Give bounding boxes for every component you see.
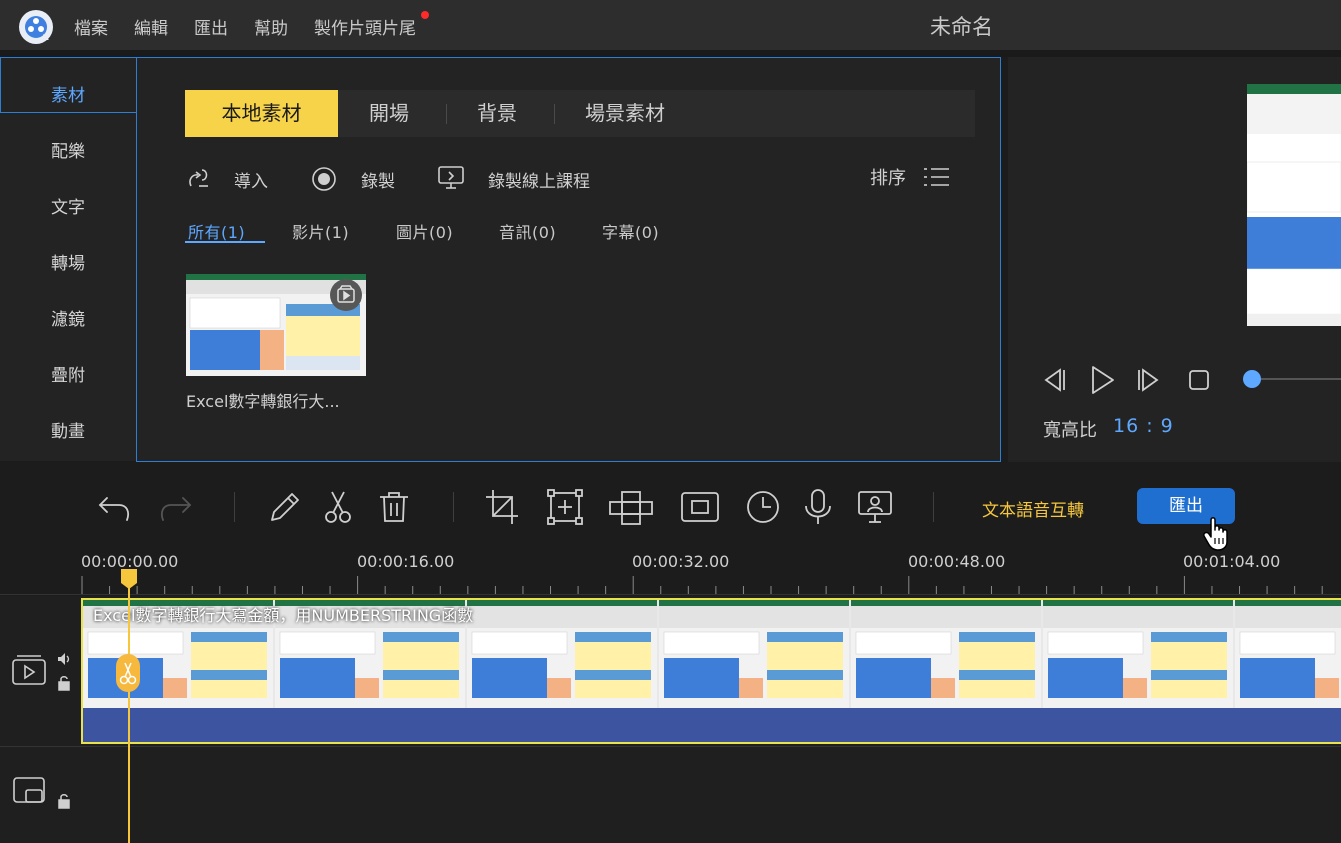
menu-intro-outro[interactable]: 製作片頭片尾 [314,14,416,39]
next-frame-icon[interactable] [1135,366,1163,394]
zoom-frame-icon[interactable] [547,488,583,526]
crop-icon[interactable] [484,488,520,526]
import-icon[interactable] [186,166,212,190]
tab-separator [554,104,555,124]
voiceover-screen-icon[interactable] [857,488,893,526]
hand-cursor-icon [1202,516,1232,552]
filter-image[interactable]: 圖片(0) [396,219,453,243]
app-logo-icon [19,10,53,44]
aspect-ratio-value[interactable]: 16 : 9 [1113,415,1174,437]
menu-edit[interactable]: 編輯 [134,14,168,39]
undo-icon[interactable] [97,488,133,526]
screen-record-icon[interactable] [437,164,467,192]
filter-video[interactable]: 影片(1) [292,219,349,243]
clip-title: Excel數字轉銀行大寫金額，用NUMBERSTRING函數 [93,606,474,625]
clip-frame-thumbnail [659,600,849,708]
toolbar-separator [234,492,235,522]
record-button[interactable]: 錄製 [361,167,395,192]
aspect-ratio-label: 寬高比 [1043,420,1097,441]
prev-frame-icon[interactable] [1040,366,1068,394]
sidebar-item-transition[interactable]: 轉場 [0,249,136,274]
microphone-icon[interactable] [800,488,836,526]
text-to-speech-button[interactable]: 文本語音互轉 [982,496,1084,521]
sidebar-item-music[interactable]: 配樂 [0,137,136,162]
clip-frame-thumbnail [467,600,657,708]
redo-icon[interactable] [157,488,193,526]
overlay-track [0,747,1341,843]
sidebar-item-filter[interactable]: 濾鏡 [0,305,136,330]
delete-trash-icon[interactable] [376,488,412,526]
video-badge-icon [330,279,362,311]
filter-underline [185,241,265,243]
menu-export[interactable]: 匯出 [194,14,228,39]
duration-clock-icon[interactable] [745,488,781,526]
tab-intro[interactable]: 開場 [369,90,409,137]
record-icon[interactable] [311,166,337,192]
edit-pencil-icon[interactable] [266,488,302,526]
toolbar-separator [453,492,454,522]
scissors-icon[interactable] [320,488,356,526]
toolbar-separator [933,492,934,522]
tab-scene-material[interactable]: 場景素材 [585,90,665,137]
lock-icon[interactable] [57,793,71,809]
lock-icon[interactable] [57,675,71,691]
ruler-time-label: 00:00:32.00 [632,552,730,571]
playhead-line[interactable] [128,585,130,843]
menu-help[interactable]: 幫助 [254,14,288,39]
mosaic-icon[interactable] [608,488,654,526]
play-icon[interactable] [1087,364,1117,396]
video-track-icon [11,654,47,686]
preview-frame [1247,84,1341,326]
tab-separator [446,104,447,124]
ruler-baseline [0,594,1341,595]
tab-background[interactable]: 背景 [477,90,517,137]
sort-label[interactable]: 排序 [870,164,906,190]
clip-frame-thumbnail [1043,600,1233,708]
clip-audio-waveform [83,708,1341,742]
sidebar-item-animation[interactable]: 動畫 [0,417,136,442]
preview-progress-knob[interactable] [1243,370,1261,388]
clip-frame-thumbnail [1235,600,1341,708]
filter-audio[interactable]: 音訊(0) [499,219,556,243]
overlay-track-icon [12,776,48,806]
stop-icon[interactable] [1187,368,1211,392]
sort-list-icon[interactable] [922,165,950,189]
ruler-time-label: 00:01:04.00 [1183,552,1281,571]
filter-all[interactable]: 所有(1) [188,219,245,243]
freeze-frame-icon[interactable] [680,488,720,526]
preview-progress-track[interactable] [1252,378,1341,380]
split-scissors-icon[interactable] [116,654,140,692]
record-course-button[interactable]: 錄製線上課程 [488,167,590,192]
ruler-time-label: 00:00:16.00 [357,552,455,571]
sidebar-item-overlay[interactable]: 疊附 [0,361,136,386]
sidebar-item-text[interactable]: 文字 [0,193,136,218]
app-window: 檔案 編輯 匯出 幫助 製作片頭片尾 未命名 素材 配樂 文字 轉場 濾鏡 疊附… [0,0,1341,843]
menu-file[interactable]: 檔案 [74,14,108,39]
import-button[interactable]: 導入 [234,167,268,192]
ruler-time-label: 00:00:48.00 [908,552,1006,571]
filter-subtitle[interactable]: 字幕(0) [602,219,659,243]
timeline-video-clip[interactable]: Excel數字轉銀行大寫金額，用NUMBERSTRING函數 [81,598,1341,744]
project-title: 未命名 [930,15,993,39]
volume-icon[interactable] [56,651,72,667]
media-item-caption: Excel數字轉銀行大... [186,392,340,411]
tab-local-media[interactable]: 本地素材 [185,90,338,137]
divider [0,50,1341,57]
clip-frame-thumbnail [851,600,1041,708]
ruler-time-label: 00:00:00.00 [81,552,179,571]
timeline-ruler[interactable] [0,576,1341,594]
sidebar-item-media[interactable]: 素材 [0,81,136,106]
notification-dot [421,11,429,19]
